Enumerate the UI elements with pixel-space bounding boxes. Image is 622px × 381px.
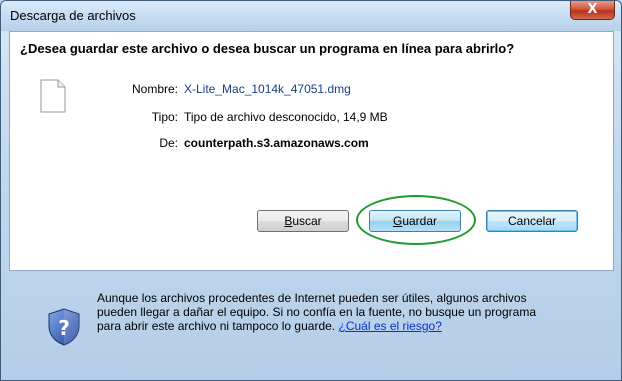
shield-question-icon: ? bbox=[48, 308, 80, 346]
warning-panel: ? Aunque los archivos procedentes de Int… bbox=[9, 270, 612, 366]
dialog-content: ¿Desea guardar este archivo o desea busc… bbox=[9, 31, 614, 271]
warning-text-block: Aunque los archivos procedentes de Inter… bbox=[97, 291, 537, 333]
file-type-value: Tipo de archivo desconocido, 14,9 MB bbox=[184, 110, 388, 124]
search-button[interactable]: Buscar bbox=[257, 210, 349, 232]
name-label: Nombre: bbox=[131, 82, 178, 96]
type-label: Tipo: bbox=[151, 110, 178, 124]
svg-text:?: ? bbox=[58, 316, 70, 340]
file-download-dialog: Descarga de archivos X ¿Desea guardar es… bbox=[0, 0, 622, 381]
from-label: De: bbox=[159, 136, 178, 150]
save-button-label: uardar bbox=[402, 214, 438, 228]
save-button-accel: G bbox=[392, 214, 403, 228]
title-bar[interactable]: Descarga de archivos X bbox=[1, 1, 621, 31]
risk-help-link[interactable]: ¿Cuál es el riesgo? bbox=[338, 319, 441, 333]
close-button[interactable]: X bbox=[570, 1, 615, 20]
dialog-title: Descarga de archivos bbox=[10, 8, 136, 23]
search-button-label: uscar bbox=[292, 214, 322, 228]
blank-document-icon bbox=[40, 79, 66, 113]
file-name-value: X-Lite_Mac_1014k_47051.dmg bbox=[184, 82, 351, 96]
file-source-value: counterpath.s3.amazonaws.com bbox=[184, 136, 369, 150]
cancel-button[interactable]: Cancelar bbox=[486, 210, 578, 232]
question-text: ¿Desea guardar este archivo o desea busc… bbox=[20, 41, 515, 56]
save-button[interactable]: Guardar bbox=[369, 210, 461, 232]
warning-message: Aunque los archivos procedentes de Inter… bbox=[97, 291, 536, 333]
